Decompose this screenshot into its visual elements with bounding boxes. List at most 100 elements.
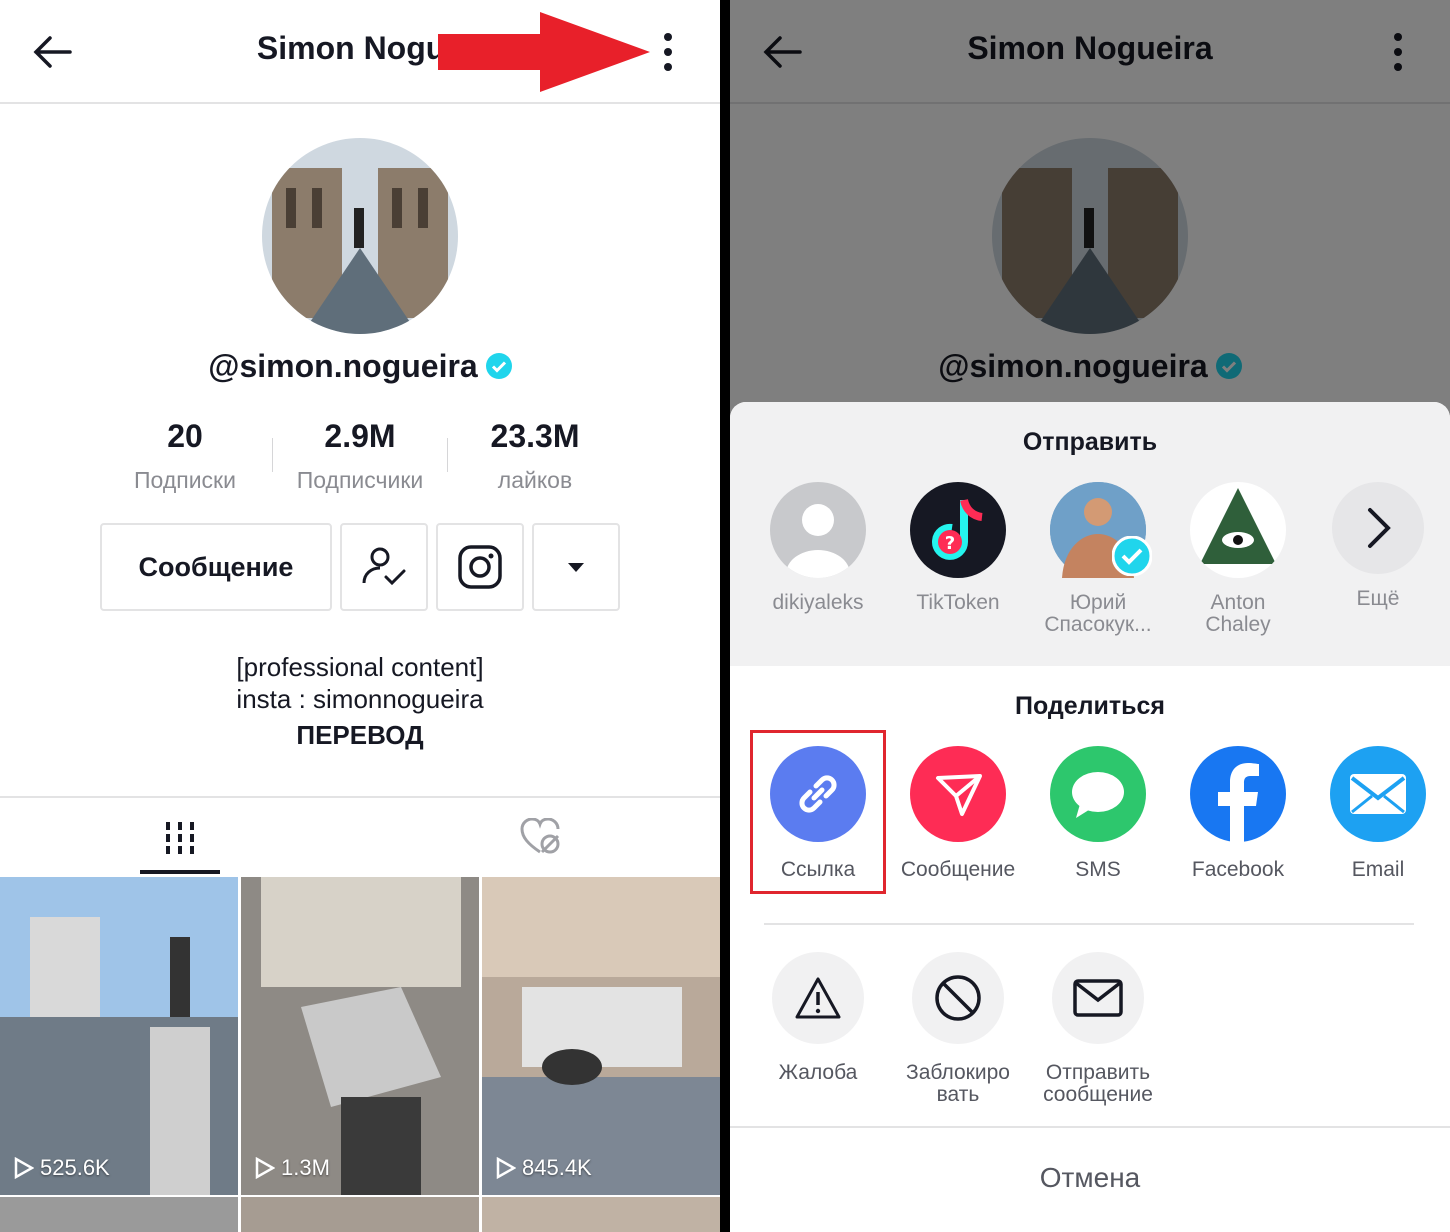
cancel-button[interactable]: Отмена (730, 1162, 1450, 1194)
avatar[interactable] (262, 138, 458, 334)
share-label: Facebook (1191, 858, 1285, 881)
share-section-title: Поделиться (1014, 692, 1166, 720)
cancel-divider (730, 1126, 1450, 1128)
contact-avatar (1050, 482, 1152, 578)
contact-avatar (770, 482, 866, 578)
share-message[interactable]: Сообщение (888, 746, 1028, 882)
view-count-text: 845.4K (522, 1155, 592, 1180)
contact-name-line: Chaley (1205, 613, 1271, 636)
play-icon (255, 1157, 275, 1179)
contact-name-line: Спасокук... (1044, 613, 1152, 636)
stat-following[interactable]: 20 Подписки (100, 418, 270, 494)
stat-label: Подписки (134, 467, 236, 493)
action-label-line: Заблокиро (906, 1061, 1010, 1084)
sms-bubble-icon (1050, 746, 1146, 842)
share-sms[interactable]: SMS (1028, 746, 1168, 882)
send-paper-plane-icon (910, 746, 1006, 842)
more-options-icon[interactable] (656, 30, 680, 74)
stat-value: 23.3M (490, 418, 580, 454)
view-count: 845.4K (496, 1155, 592, 1181)
warning-icon (772, 952, 864, 1044)
contact-avatar: ? (910, 482, 1006, 578)
right-screen: Simon Nogueira @simon.nogueira Отправить… (730, 0, 1450, 1232)
video-thumbnail[interactable]: 525.6K (0, 877, 238, 1195)
contact-name: TikToken (916, 591, 1000, 614)
bio-line: insta : simonnogueira (236, 684, 484, 714)
facebook-icon (1190, 746, 1286, 842)
stat-label: лайков (497, 467, 573, 493)
contact-name-line: Юрий (1069, 591, 1127, 614)
contact-name: Юрий Спасокук... (1028, 592, 1168, 636)
translate-link[interactable]: ПЕРЕВОД (0, 720, 720, 751)
video-thumbnail[interactable]: 1.3M (241, 877, 479, 1195)
verified-badge-icon (1112, 536, 1152, 576)
action-label-line: сообщение (1043, 1083, 1153, 1106)
share-facebook[interactable]: Facebook (1168, 746, 1308, 882)
instagram-button[interactable] (436, 523, 524, 611)
stat-likes[interactable]: 23.3M лайков (450, 418, 620, 494)
contact-item[interactable]: Юрий Спасокук... (1028, 482, 1168, 636)
play-icon (496, 1157, 516, 1179)
active-tab-indicator (140, 870, 220, 874)
section-divider (764, 923, 1414, 925)
svg-text:?: ? (945, 533, 955, 554)
envelope-outline-icon (1052, 952, 1144, 1044)
view-count-text: 525.6K (40, 1155, 110, 1180)
username-handle: @simon.nogueira (0, 348, 720, 385)
content-tabs (0, 796, 720, 876)
chevron-right-icon (1332, 482, 1424, 574)
contact-name-line: Anton (1210, 591, 1266, 614)
stat-value: 20 (167, 418, 203, 454)
envelope-icon (1330, 746, 1426, 842)
instagram-icon (458, 545, 502, 589)
contact-name: dikiyaleks (772, 591, 864, 614)
share-label: SMS (1075, 858, 1121, 881)
report-button[interactable]: Жалоба (748, 952, 888, 1084)
share-sheet: Отправить dikiyaleks ? TikToken Юрий Спас… (730, 402, 1450, 1232)
view-count-text: 1.3M (281, 1155, 330, 1180)
action-label-line: Отправить (1045, 1061, 1151, 1084)
message-button[interactable]: Сообщение (100, 523, 332, 611)
video-thumbnail[interactable] (482, 1197, 720, 1232)
user-check-icon (362, 547, 406, 586)
bio-line: [professional content] (236, 652, 484, 682)
more-label: Ещё (1356, 587, 1400, 610)
play-icon (14, 1157, 34, 1179)
red-arrow-annotation (438, 12, 650, 92)
stat-followers[interactable]: 2.9M Подписчики (275, 418, 445, 494)
action-label: Заблокиро вать (888, 1062, 1028, 1106)
contact-item[interactable]: ? TikToken (888, 482, 1028, 614)
following-status-button[interactable] (340, 523, 428, 611)
contact-name: Anton Chaley (1168, 592, 1308, 636)
action-label-line: вать (936, 1083, 980, 1106)
video-thumbnail[interactable] (241, 1197, 479, 1232)
send-to-section: Отправить dikiyaleks ? TikToken Юрий Спас… (730, 402, 1450, 666)
stat-divider (447, 438, 448, 472)
liked-hidden-icon[interactable] (520, 818, 562, 856)
send-section-title: Отправить (1022, 428, 1158, 456)
share-label: Email (1351, 858, 1405, 881)
block-icon (912, 952, 1004, 1044)
contact-item[interactable]: dikiyaleks (748, 482, 888, 614)
block-button[interactable]: Заблокиро вать (888, 952, 1028, 1106)
verified-badge-icon (485, 352, 512, 379)
send-message-button[interactable]: Отправить сообщение (1028, 952, 1168, 1106)
videos-grid-icon[interactable] (164, 822, 196, 854)
stat-value: 2.9M (324, 418, 396, 454)
handle-text: @simon.nogueira (208, 348, 478, 384)
video-thumbnail[interactable] (0, 1197, 238, 1232)
profile-stats: 20 Подписки 2.9M Подписчики 23.3M лайков (100, 418, 620, 498)
action-label: Жалоба (778, 1061, 858, 1084)
stat-label: Подписчики (296, 467, 424, 493)
share-email[interactable]: Email (1308, 746, 1448, 882)
caret-down-icon (568, 563, 584, 572)
stat-divider (272, 438, 273, 472)
suggestions-dropdown-button[interactable] (532, 523, 620, 611)
contact-avatar (1190, 482, 1286, 578)
left-screen: Simon Nogue @simon.nogueira 20 Подписки … (0, 0, 720, 1232)
contact-item[interactable]: Anton Chaley (1168, 482, 1308, 636)
view-count: 525.6K (14, 1155, 110, 1181)
video-thumbnail[interactable]: 845.4K (482, 877, 720, 1195)
more-contacts-button[interactable]: Ещё (1308, 482, 1448, 610)
action-label: Отправить сообщение (1028, 1062, 1168, 1106)
